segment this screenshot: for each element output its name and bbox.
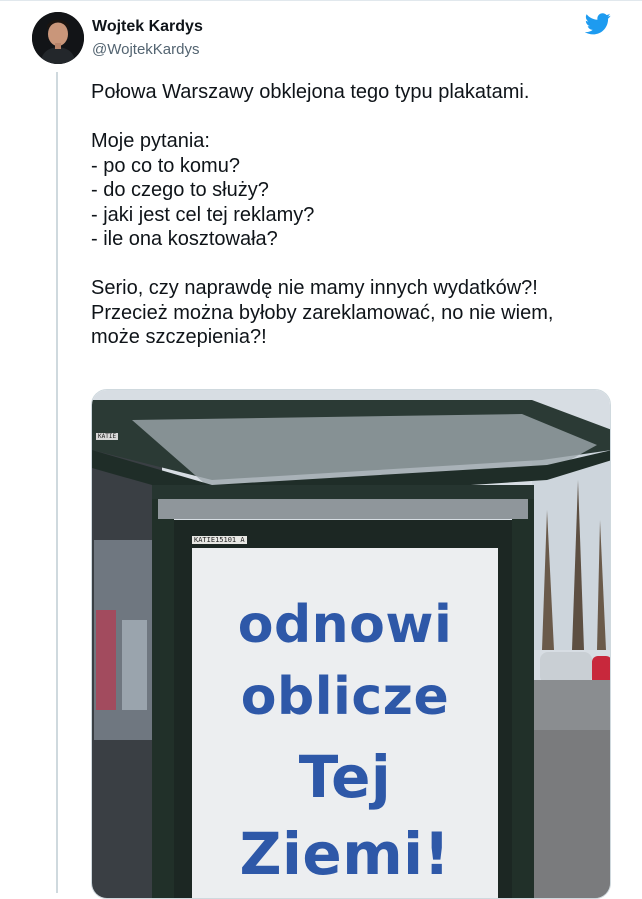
poster-line: oblicze	[240, 667, 450, 727]
poster-line: Tej	[298, 743, 392, 811]
tweet-text: Połowa Warszawy obklejona tego typu plak…	[91, 80, 621, 350]
tweet-paragraph: Moje pytania: - po co to komu? - do czeg…	[91, 130, 315, 250]
shelter-label: KATIE	[96, 433, 119, 440]
poster-line: odnowi	[237, 595, 453, 655]
avatar-image	[32, 12, 84, 64]
tweet-paragraph: Serio, czy naprawdę nie mamy innych wyda…	[91, 277, 554, 348]
poster-code: KATIE15101 A	[192, 536, 247, 544]
thread-line	[56, 72, 58, 893]
author-display-name[interactable]: Wojtek Kardys	[92, 17, 203, 37]
avatar[interactable]	[32, 12, 84, 64]
tweet-paragraph: Połowa Warszawy obklejona tego typu plak…	[91, 81, 530, 103]
card-border	[0, 0, 642, 1]
twitter-bird-icon[interactable]	[585, 13, 611, 35]
poster-line: Ziemi!	[239, 820, 451, 888]
tweet-card: Wojtek Kardys @WojtekKardys Połowa Warsz…	[0, 0, 642, 899]
author-handle[interactable]: @WojtekKardys	[92, 40, 199, 60]
tweet-photo[interactable]: KATIE KATIE15101 A odnowi oblicze Tej Zi…	[91, 389, 611, 899]
